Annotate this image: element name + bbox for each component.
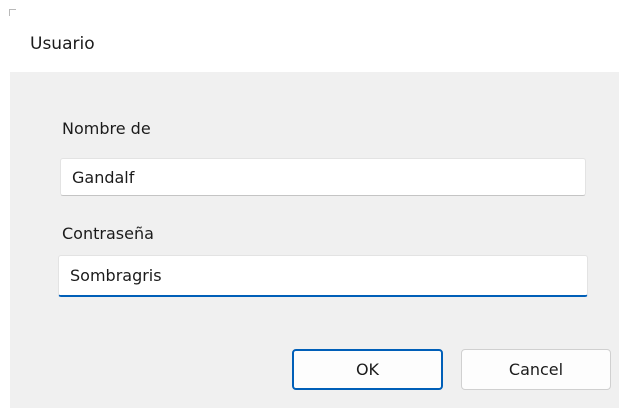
username-label: Nombre de: [62, 119, 151, 138]
dialog-title: Usuario: [30, 34, 95, 54]
password-label: Contraseña: [62, 224, 154, 243]
window-corner-icon: [9, 9, 16, 16]
login-dialog: Usuario Nombre de Contraseña OK Cancel: [0, 0, 619, 408]
cancel-button[interactable]: Cancel: [461, 349, 611, 390]
ok-button[interactable]: OK: [292, 349, 443, 390]
dialog-body: Nombre de Contraseña OK Cancel: [10, 72, 619, 408]
password-field[interactable]: [58, 255, 588, 297]
username-field[interactable]: [60, 158, 586, 196]
